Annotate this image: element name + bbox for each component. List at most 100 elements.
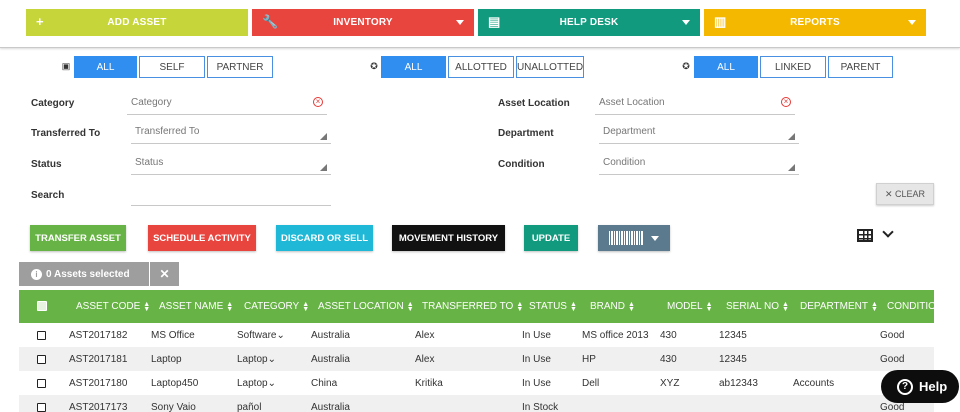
gear-icon: ✪ [682,60,690,71]
cell-transferred-to: Kritika [415,378,443,389]
help-desk-label: HELP DESK [559,17,619,28]
clear-selection-icon[interactable]: ✕ [150,262,179,286]
cell-asset-location: Australia [311,402,350,412]
clear-filters-button[interactable]: ✕ CLEAR [876,183,934,205]
cell-asset-code: AST2017173 [69,402,128,412]
transfer-asset-button[interactable]: TRANSFER ASSET [30,225,126,251]
seg-self[interactable]: SELF [139,56,205,78]
seg-all-allotment[interactable]: ALL [381,56,446,78]
table-row[interactable]: AST2017181 Laptop Laptop⌄ Australia Alex… [19,347,934,371]
inventory-menu-button[interactable]: 🔧 INVENTORY [252,9,474,36]
table-row[interactable]: AST2017180 Laptop450 Laptop⌄ China Kriti… [19,371,934,395]
col-department[interactable]: DEPARTMENT ▲ ▼ [800,290,878,323]
document-icon: ▤ [488,14,501,29]
cell-category[interactable]: pañol [237,402,261,412]
select-all-checkbox[interactable] [37,301,47,311]
movement-history-button[interactable]: MOVEMENT HISTORY [392,225,505,251]
asset-location-placeholder: Asset Location [599,97,665,108]
row-checkbox[interactable] [37,355,46,364]
category-field[interactable]: Category × [127,93,327,115]
seg-parent[interactable]: PARENT [828,56,893,78]
cell-brand: HP [582,354,596,365]
col-serial-no[interactable]: SERIAL NO ▲ ▼ [726,290,789,323]
row-checkbox[interactable] [37,403,46,412]
cell-department: Accounts [793,378,835,389]
cell-condition: Good [880,354,905,365]
col-status[interactable]: STATUS ▲ ▼ [529,290,577,323]
cell-asset-code: AST2017181 [69,354,128,365]
clear-circle-icon[interactable]: × [313,97,323,107]
seg-linked[interactable]: LINKED [760,56,826,78]
caret-down-icon [908,20,916,25]
seg-unallotted[interactable]: UNALLOTTED [516,56,584,78]
help-button[interactable]: ? Help [881,370,959,403]
col-asset-location[interactable]: ASSET LOCATION ▲ ▼ [318,290,414,323]
help-desk-menu-button[interactable]: ▤ HELP DESK [478,9,700,36]
selection-badge: i 0 Assets selected ✕ [19,262,179,286]
caret-down-icon [651,235,659,241]
col-transferred-to[interactable]: TRANSFERRED TO ▲ ▼ [422,290,523,323]
cell-brand: MS office 2013 [582,330,649,341]
col-brand[interactable]: BRAND ▲ ▼ [590,290,635,323]
seg-allotted[interactable]: ALLOTTED [448,56,514,78]
reports-menu-button[interactable]: ▥ REPORTS [704,9,926,36]
cell-model: XYZ [660,378,680,389]
seg-all-ownership[interactable]: ALL [74,56,137,78]
condition-placeholder: Condition [603,157,646,168]
seg-partner[interactable]: PARTNER [207,56,273,78]
update-button[interactable]: UPDATE [524,225,578,251]
barcode-menu-button[interactable] [598,225,670,251]
department-select[interactable]: Department [599,122,799,144]
col-category[interactable]: CATEGORY ▲ ▼ [244,290,309,323]
barcode-icon [609,231,643,245]
table-row[interactable]: AST2017182 MS Office Software⌄ Australia… [19,323,934,347]
clear-circle-icon[interactable]: × [781,97,791,107]
dropdown-triangle-icon [788,133,795,140]
cell-asset-code: AST2017182 [69,330,128,341]
cell-category[interactable]: Software⌄ [237,330,285,341]
asset-location-field[interactable]: Asset Location × [595,93,795,115]
cell-asset-location: China [311,378,338,389]
cell-transferred-to: Alex [415,354,435,365]
col-asset-code[interactable]: ASSET CODE ▲ ▼ [76,290,150,323]
dropdown-triangle-icon [320,133,327,140]
transferred-to-select[interactable]: Transferred To [131,122,331,144]
col-asset-name[interactable]: ASSET NAME ▲ ▼ [159,290,233,323]
cell-brand: Dell [582,378,600,389]
category-placeholder: Category [131,97,172,108]
add-asset-button[interactable]: + ADD ASSET [26,9,248,36]
link-toggle: ALL LINKED PARENT [694,56,893,78]
cell-category[interactable]: Laptop⌄ [237,354,276,365]
cell-status: In Use [522,378,551,389]
schedule-activity-button[interactable]: SCHEDULE ACTIVITY [148,225,256,251]
sort-icon: ▲ ▼ [705,300,713,313]
cell-category[interactable]: Laptop⌄ [237,378,276,389]
asset-location-label: Asset Location [498,98,570,109]
cell-asset-location: Australia [311,330,350,341]
help-label: Help [919,379,948,394]
cell-serial-no: 12345 [719,330,747,341]
sort-icon: ▲ ▼ [628,300,635,313]
seg-all-link[interactable]: ALL [694,56,758,78]
chevron-down-icon[interactable] [882,226,894,238]
row-checkbox[interactable] [37,379,46,388]
condition-select[interactable]: Condition [599,153,799,175]
row-checkbox[interactable] [37,331,46,340]
status-select[interactable]: Status [131,153,331,175]
search-input[interactable] [131,184,331,206]
condition-label: Condition [498,159,545,170]
department-label: Department [498,128,554,139]
discard-or-sell-button[interactable]: DISCARD OR SELL [276,225,373,251]
cell-status: In Stock [522,402,559,412]
table-row[interactable]: AST2017173 Sony Vaio pañol Australia In … [19,395,934,412]
col-condition[interactable]: CONDITION [887,290,943,323]
table-columns-icon[interactable] [857,229,873,242]
chevron-down-icon: ⌄ [276,330,285,341]
inventory-label: INVENTORY [333,17,393,28]
info-icon: i [31,268,42,280]
cell-model: 430 [660,330,677,341]
col-model[interactable]: MODEL ▲ ▼ [667,290,713,323]
cell-status: In Use [522,330,551,341]
sort-icon: ▲ ▼ [781,300,789,313]
dropdown-triangle-icon [788,164,795,171]
